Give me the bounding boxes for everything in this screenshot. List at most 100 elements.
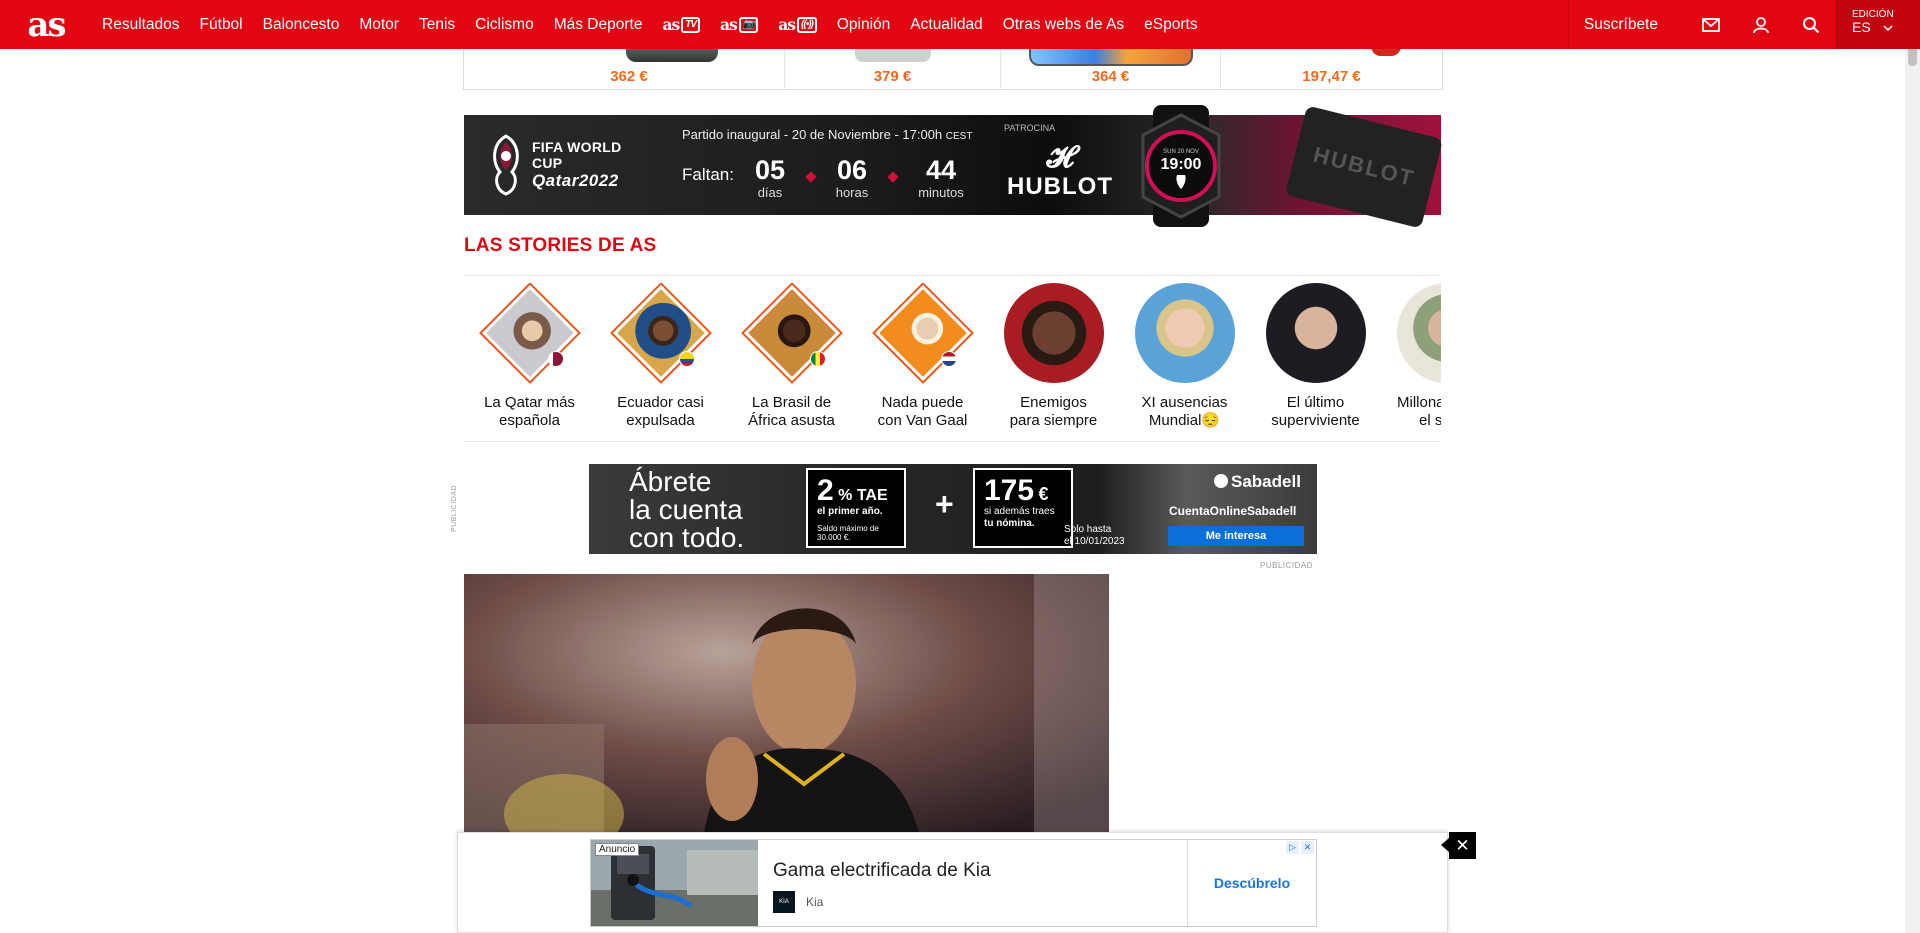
product-price: 379 € (873, 68, 912, 85)
netherlands-flag-icon (940, 351, 957, 367)
kia-ad-image: Anuncio (591, 840, 758, 926)
story-item[interactable]: XI ausencias Mundial😔 (1119, 283, 1250, 430)
nav-item-otras-webs[interactable]: Otras webs de As (993, 0, 1134, 49)
story-item[interactable]: Millonarel ska (1381, 283, 1441, 430)
kia-brand-name: Kia (806, 895, 824, 909)
kia-ad[interactable]: Anuncio Gama electrificada de Kia KIA Ki… (590, 839, 1317, 927)
story-label: La Qatar más española (484, 394, 575, 429)
vertical-scrollbar[interactable] (1905, 0, 1920, 933)
qatar-flag-icon (547, 351, 564, 367)
hublot-h-icon: 𝓗 (1046, 140, 1074, 175)
stories-title[interactable]: LAS STORIES DE AS (464, 235, 656, 257)
story-thumbnail (1265, 283, 1366, 383)
me-interesa-button[interactable]: Me interesa (1168, 526, 1304, 546)
story-label: Nada puede con Van Gaal (877, 394, 968, 429)
match-tz: CEST (945, 131, 973, 142)
kia-ad-title[interactable]: Gama electrificada de Kia (773, 860, 991, 882)
nav-item-mas-deporte[interactable]: Más Deporte (544, 0, 653, 49)
minutes-value: 44 (925, 155, 956, 185)
story-label: Ecuador casi expulsada (617, 394, 704, 429)
lead-article-photo[interactable] (464, 574, 1109, 834)
kia-brand: KIA Kia (773, 891, 823, 913)
chevron-down-icon (1883, 25, 1893, 32)
watch-image: SUN 20 NOV 19:00 (1141, 105, 1221, 227)
countdown-minutes: 44 minutos (912, 155, 970, 200)
story-item[interactable]: Enemigos para siempre (988, 283, 1119, 430)
nav-item-opinion[interactable]: Opinión (827, 0, 900, 49)
story-thumbnail (1396, 283, 1441, 383)
as-photo-logo: as (720, 15, 738, 34)
nav-item-actualidad[interactable]: Actualidad (900, 0, 992, 49)
match-info: Partido inaugural - 20 de Noviembre - 17… (682, 127, 972, 142)
story-item[interactable]: El último superviviente (1250, 283, 1381, 430)
nav-item-resultados[interactable]: Resultados (92, 0, 190, 49)
story-thumbnail (609, 283, 712, 384)
as-radio-logo: as (778, 15, 796, 34)
world-cup-countdown-banner[interactable]: FIFA WORLD CUP Qatar2022 Partido inaugur… (464, 105, 1444, 229)
minutes-label: minutos (918, 185, 964, 200)
story-label: La Brasil de África asusta (748, 394, 835, 429)
hublot-wordmark: HUBLOT (1007, 173, 1113, 200)
fifa-line2: Qatar2022 (531, 171, 619, 190)
publicidad-label-vertical: PUBLICIDAD (451, 484, 458, 532)
nav-item-esports[interactable]: eSports (1134, 0, 1207, 49)
ecuador-flag-icon (678, 351, 695, 367)
close-icon: ✕ (1455, 836, 1470, 855)
ad-close-icon[interactable]: ✕ (1301, 841, 1314, 854)
story-item[interactable]: La Qatar más española (464, 283, 595, 430)
story-label: XI ausencias Mundial😔 (1141, 394, 1228, 429)
tae-box: 2 % TAE el primer año. Saldo máximo de 3… (806, 468, 906, 548)
search-icon[interactable] (1786, 0, 1836, 49)
nav-item-ciclismo[interactable]: Ciclismo (465, 0, 544, 49)
promo-date: Solo hasta el 10/01/2023 (1064, 524, 1125, 547)
story-item[interactable]: La Brasil de África asusta (726, 283, 857, 430)
hours-value: 06 (836, 155, 867, 185)
as-tv-logo: as (662, 15, 680, 34)
nav-right: Suscríbete EDICIÓN ES (1567, 0, 1920, 49)
story-label: El último superviviente (1271, 394, 1360, 429)
as-tv-link[interactable]: as TV (652, 0, 710, 49)
separator-diamond (887, 171, 899, 183)
world-cup-emblem-icon (493, 134, 519, 196)
countdown-hours: 06 horas (830, 155, 874, 200)
sabadell-ad-banner[interactable]: Ábrete la cuenta con todo. 2 % TAE el pr… (589, 464, 1317, 554)
bonus-box: 175 € si además traes tu nómina. (973, 468, 1073, 548)
nav-item-motor[interactable]: Motor (349, 0, 409, 49)
match-text: Partido inaugural - 20 de Noviembre - 17… (682, 127, 943, 142)
watch-time: 19:00 (1161, 156, 1202, 173)
tv-tag: TV (681, 16, 701, 33)
faltan-label: Faltan: (682, 165, 734, 184)
story-label: Millonarel ska (1397, 394, 1441, 429)
nav-item-futbol[interactable]: Fútbol (190, 0, 253, 49)
user-icon[interactable] (1736, 0, 1786, 49)
countdown-days: 05 días (748, 155, 792, 200)
nav-item-baloncesto[interactable]: Baloncesto (253, 0, 350, 49)
story-item[interactable]: Nada puede con Van Gaal (857, 283, 988, 430)
top-nav: as Resultados Fútbol Baloncesto Motor Te… (0, 0, 1920, 49)
radio-icon: ((•)) (797, 16, 817, 33)
divider (464, 275, 1441, 276)
story-thumbnail (871, 283, 974, 384)
as-photo-link[interactable]: as 📷 (710, 0, 768, 49)
sabadell-logo: Sabadell (1214, 472, 1301, 492)
fifa-world-cup-logo: FIFA WORLD CUP Qatar2022 (486, 130, 656, 200)
subscribe-link[interactable]: Suscríbete (1567, 0, 1686, 49)
edition-selector[interactable]: EDICIÓN ES (1836, 0, 1920, 49)
days-value: 05 (754, 155, 785, 185)
mail-icon[interactable] (1686, 0, 1736, 49)
as-radio-link[interactable]: as ((•)) (768, 0, 827, 49)
adchoices-icon[interactable]: ▷ (1286, 841, 1299, 854)
close-ad-button[interactable]: ✕ (1441, 832, 1476, 859)
story-thumbnail (740, 283, 843, 384)
stories-carousel: La Qatar más española Ecuador casi expulsa… (464, 283, 1441, 438)
story-thumbnail (1003, 283, 1104, 383)
anuncio-badge: Anuncio (595, 843, 640, 856)
watch-date: SUN 20 NOV (1163, 149, 1199, 155)
days-label: días (757, 185, 783, 200)
nav-item-tenis[interactable]: Tenis (409, 0, 465, 49)
as-logo[interactable]: as (0, 0, 92, 49)
story-item[interactable]: Ecuador casi expulsada (595, 283, 726, 430)
product-price: 197,47 € (1302, 68, 1361, 85)
publicidad-label: PUBLICIDAD (1260, 561, 1314, 570)
ad-choices[interactable]: ▷ ✕ (1286, 841, 1314, 854)
